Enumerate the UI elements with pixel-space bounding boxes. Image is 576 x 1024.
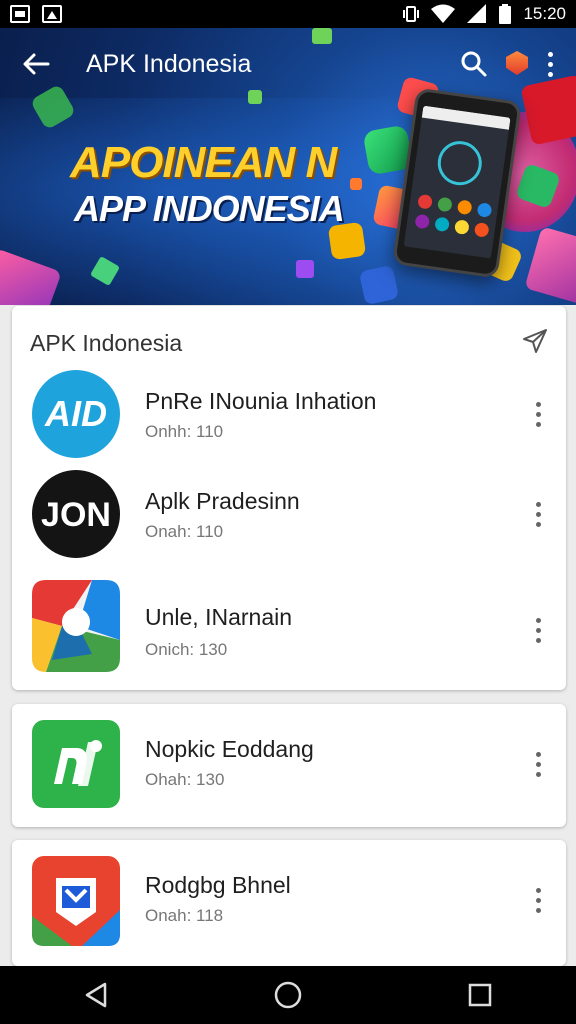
vibrate-icon bbox=[403, 6, 420, 22]
navigation-bar bbox=[0, 966, 576, 1024]
search-icon[interactable] bbox=[446, 36, 502, 92]
more-options-icon[interactable] bbox=[524, 494, 552, 534]
section-header: APK Indonesia bbox=[30, 328, 548, 358]
app-card[interactable]: Nopkic Eoddang Ohah: 130 bbox=[12, 704, 566, 827]
wifi-icon bbox=[431, 4, 456, 23]
back-arrow-icon[interactable] bbox=[8, 36, 64, 92]
app-sub: Onhh: 110 bbox=[145, 422, 224, 441]
app-icon-shield bbox=[32, 856, 120, 946]
app-name: Unle, INarnain bbox=[145, 604, 293, 630]
section-title: APK Indonesia bbox=[30, 329, 183, 356]
app-bar-title: APK Indonesia bbox=[86, 49, 252, 78]
signal-icon bbox=[467, 4, 487, 23]
app-sub: Ohah: 130 bbox=[145, 770, 225, 789]
banner-line-1: APOINEAN N bbox=[70, 138, 337, 187]
app-card[interactable]: Rodgbg Bhnel Onah: 118 bbox=[12, 840, 566, 966]
decor-fleck bbox=[89, 255, 121, 287]
badge-icon[interactable] bbox=[502, 49, 532, 79]
decor-tile bbox=[358, 264, 400, 305]
more-options-icon[interactable] bbox=[524, 394, 552, 434]
list-item[interactable]: JON Aplk Pradesinn Onah: 110 bbox=[12, 464, 566, 564]
app-name: Rodgbg Bhnel bbox=[145, 872, 291, 898]
app-icon-green bbox=[32, 720, 120, 808]
app-icon-aid: AID bbox=[32, 370, 120, 458]
app-name: PnRe INounia Inhation bbox=[145, 388, 377, 414]
more-options-icon[interactable] bbox=[524, 610, 552, 650]
svg-text:AID: AID bbox=[44, 393, 107, 434]
app-sub: Onich: 130 bbox=[145, 640, 228, 659]
decor-fleck bbox=[296, 260, 314, 278]
send-icon[interactable] bbox=[522, 328, 548, 359]
more-options-icon[interactable] bbox=[524, 744, 552, 784]
list-item[interactable]: AID PnRe INounia Inhation Onhh: 110 bbox=[12, 364, 566, 464]
app-name: Aplk Pradesinn bbox=[145, 488, 300, 514]
svg-text:JON: JON bbox=[41, 496, 111, 534]
overflow-menu-icon[interactable] bbox=[538, 36, 562, 92]
app-list-card: APK Indonesia AID PnRe INounia Inhation … bbox=[12, 306, 566, 690]
app-name: Nopkic Eoddang bbox=[145, 736, 314, 762]
app-icon-jon: JON bbox=[32, 470, 120, 558]
app-bar: APK Indonesia bbox=[0, 28, 576, 100]
header-banner: APK Indonesia APOINEAN N APP INDONESIA bbox=[0, 28, 576, 305]
gallery-icon bbox=[42, 5, 62, 23]
recents-square-icon[interactable] bbox=[450, 970, 510, 1020]
app-sub: Onah: 110 bbox=[145, 522, 224, 541]
decor-tile bbox=[524, 226, 576, 305]
app-icon-maps bbox=[32, 580, 120, 672]
decor-tile bbox=[0, 248, 62, 305]
notification-icon bbox=[10, 5, 30, 23]
back-triangle-icon[interactable] bbox=[66, 970, 126, 1020]
banner-line-2: APP INDONESIA bbox=[74, 188, 345, 229]
status-bar: 15:20 bbox=[0, 0, 576, 28]
more-options-icon[interactable] bbox=[524, 880, 552, 920]
app-sub: Onah: 118 bbox=[145, 906, 224, 925]
list-item[interactable]: Unle, INarnain Onich: 130 bbox=[12, 576, 566, 676]
battery-icon bbox=[499, 4, 512, 24]
decor-fleck bbox=[350, 178, 362, 190]
status-time: 15:20 bbox=[523, 4, 566, 23]
home-circle-icon[interactable] bbox=[258, 970, 318, 1020]
